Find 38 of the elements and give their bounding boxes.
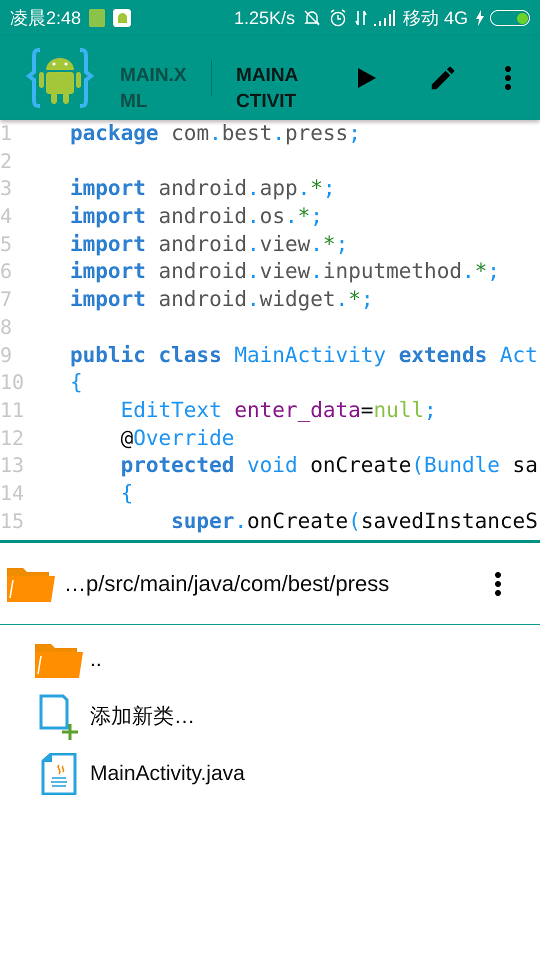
code-line: import android.app.*; bbox=[70, 175, 336, 202]
bell-off-icon bbox=[302, 9, 321, 27]
code-line: protected void onCreate(Bundle sa bbox=[120, 452, 538, 480]
code-line: { bbox=[70, 369, 83, 396]
code-line: package com.best.press; bbox=[70, 120, 361, 147]
file-list-item[interactable]: .. bbox=[0, 631, 540, 688]
carrier-label: 移动 4G bbox=[402, 6, 468, 30]
file-tab[interactable]: MAINACTIVIT bbox=[236, 62, 303, 120]
code-line: { bbox=[120, 480, 134, 507]
alarm-icon bbox=[328, 9, 347, 27]
code-line: import android.widget.*; bbox=[70, 286, 374, 314]
code-line: super.onCreate(savedInstanceS bbox=[170, 508, 538, 535]
sim-icon bbox=[89, 9, 106, 27]
folder-icon bbox=[6, 566, 56, 602]
code-line: import android.view.inputmethod.*; bbox=[70, 258, 500, 286]
more-icon[interactable] bbox=[494, 570, 502, 596]
network-speed: 1.25K/s bbox=[234, 6, 295, 30]
code-line: public class MainActivity extends Act bbox=[70, 342, 538, 368]
code-line: EditText enter_data=null; bbox=[120, 396, 437, 424]
android-logo bbox=[24, 48, 96, 108]
run-icon[interactable] bbox=[358, 68, 376, 88]
new-file-icon bbox=[39, 694, 79, 740]
path-label: …p/src/main/java/com/best/press bbox=[64, 570, 390, 598]
clock: 凌晨2:48 bbox=[10, 6, 82, 30]
file-list-item[interactable]: MainActivity.java bbox=[0, 745, 540, 802]
folder-icon bbox=[35, 642, 83, 678]
code-line: import android.os.*; bbox=[70, 203, 323, 230]
file-name: MainActivity.java bbox=[90, 760, 245, 787]
charging-icon bbox=[476, 10, 484, 26]
code-line: import android.view.*; bbox=[70, 230, 348, 258]
file-list-item[interactable]: 添加新类… bbox=[0, 688, 540, 745]
data-arrows-icon bbox=[354, 9, 367, 27]
java-file-icon bbox=[41, 752, 77, 794]
signal-icon bbox=[372, 10, 395, 26]
code-line: @Override bbox=[120, 424, 234, 452]
file-name: .. bbox=[90, 646, 102, 673]
android-app-icon bbox=[113, 9, 132, 27]
file-name: 添加新类… bbox=[90, 704, 195, 730]
